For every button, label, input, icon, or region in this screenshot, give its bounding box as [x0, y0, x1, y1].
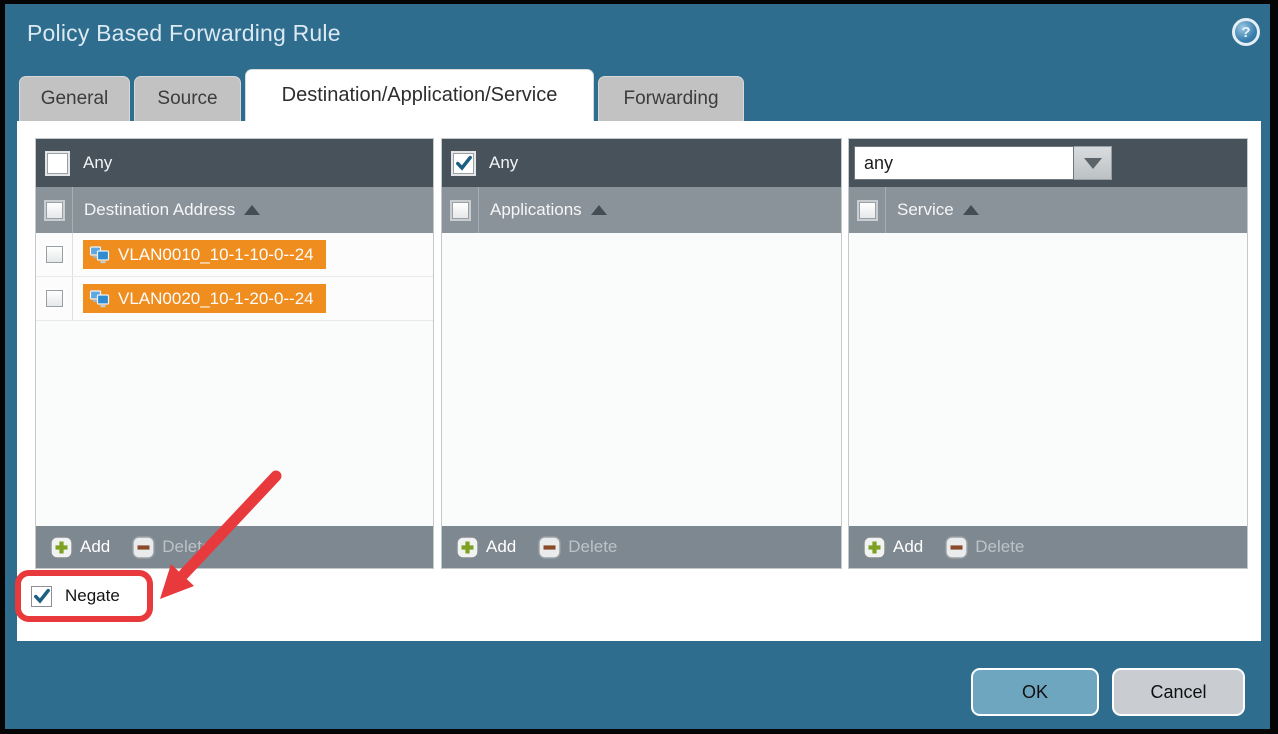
- screenshot-root: Policy Based Forwarding Rule ? General S…: [0, 0, 1278, 734]
- tab-general[interactable]: General: [19, 76, 130, 121]
- cancel-button[interactable]: Cancel: [1112, 668, 1245, 716]
- applications-any-checkbox[interactable]: [453, 153, 474, 174]
- sort-ascending-icon: [591, 205, 607, 215]
- dropdown-button[interactable]: [1074, 146, 1112, 180]
- service-mode-value: any: [854, 146, 1074, 180]
- applications-subheader: Applications: [442, 187, 841, 233]
- destination-address-list: VLAN0010_10-1-10-0--24 VLAN0020_10-1-20-…: [36, 233, 433, 526]
- service-footer: Add Delete: [849, 526, 1247, 568]
- tab-bar: General Source Destination/Application/S…: [19, 69, 744, 121]
- row-checkbox[interactable]: [46, 290, 63, 307]
- network-address-icon: [89, 289, 110, 309]
- add-application-button[interactable]: Add: [456, 536, 516, 559]
- row-checkbox[interactable]: [46, 246, 63, 263]
- applications-list: [442, 233, 841, 526]
- checkmark-icon: [33, 587, 51, 605]
- service-column: any Service: [848, 138, 1248, 569]
- delete-service-button[interactable]: Delete: [945, 536, 1024, 559]
- destination-footer: Add Delete: [36, 526, 433, 568]
- plus-icon: [863, 536, 886, 559]
- pbf-rule-dialog: Policy Based Forwarding Rule ? General S…: [5, 4, 1270, 729]
- applications-select-all-checkbox[interactable]: [452, 202, 469, 219]
- delete-application-button[interactable]: Delete: [538, 536, 617, 559]
- dialog-title: Policy Based Forwarding Rule: [27, 20, 341, 47]
- add-service-button[interactable]: Add: [863, 536, 923, 559]
- tab-destination-application-service[interactable]: Destination/Application/Service: [245, 69, 594, 121]
- plus-icon: [456, 536, 479, 559]
- delete-destination-button[interactable]: Delete: [132, 536, 211, 559]
- table-row[interactable]: VLAN0020_10-1-20-0--24: [36, 277, 433, 321]
- destination-any-header: Any: [36, 139, 433, 187]
- service-header: any: [849, 139, 1247, 187]
- destination-address-column-header[interactable]: Destination Address: [84, 200, 260, 220]
- sort-ascending-icon: [963, 205, 979, 215]
- tab-source[interactable]: Source: [134, 76, 241, 121]
- plus-icon: [50, 536, 73, 559]
- applications-column: Any Applications Add: [441, 138, 842, 569]
- applications-column-header[interactable]: Applications: [490, 200, 607, 220]
- table-row[interactable]: VLAN0010_10-1-10-0--24: [36, 233, 433, 277]
- applications-footer: Add Delete: [442, 526, 841, 568]
- address-object-vlan0010[interactable]: VLAN0010_10-1-10-0--24: [83, 240, 326, 269]
- network-address-icon: [89, 245, 110, 265]
- add-destination-button[interactable]: Add: [50, 536, 110, 559]
- applications-any-header: Any: [442, 139, 841, 187]
- service-column-header[interactable]: Service: [897, 200, 979, 220]
- help-glyph: ?: [1241, 24, 1250, 41]
- service-subheader: Service: [849, 187, 1247, 233]
- destination-select-all-checkbox[interactable]: [46, 202, 63, 219]
- chevron-down-icon: [1084, 158, 1102, 169]
- minus-icon: [538, 536, 561, 559]
- negate-checkbox[interactable]: [31, 586, 52, 607]
- destination-any-label: Any: [83, 153, 112, 173]
- destination-address-subheader: Destination Address: [36, 187, 433, 233]
- service-mode-dropdown[interactable]: any: [854, 146, 1112, 180]
- destination-address-column: Any Destination Address: [35, 138, 434, 569]
- ok-button[interactable]: OK: [971, 668, 1099, 716]
- address-object-vlan0020[interactable]: VLAN0020_10-1-20-0--24: [83, 284, 326, 313]
- minus-icon: [132, 536, 155, 559]
- negate-label: Negate: [65, 586, 120, 606]
- help-icon[interactable]: ?: [1232, 18, 1260, 46]
- sort-ascending-icon: [244, 205, 260, 215]
- applications-any-label: Any: [489, 153, 518, 173]
- tab-forwarding[interactable]: Forwarding: [598, 76, 744, 121]
- destination-any-checkbox[interactable]: [47, 153, 68, 174]
- service-list: [849, 233, 1247, 526]
- minus-icon: [945, 536, 968, 559]
- service-select-all-checkbox[interactable]: [859, 202, 876, 219]
- checkmark-icon: [455, 154, 473, 172]
- negate-highlight-annotation: Negate: [15, 570, 153, 622]
